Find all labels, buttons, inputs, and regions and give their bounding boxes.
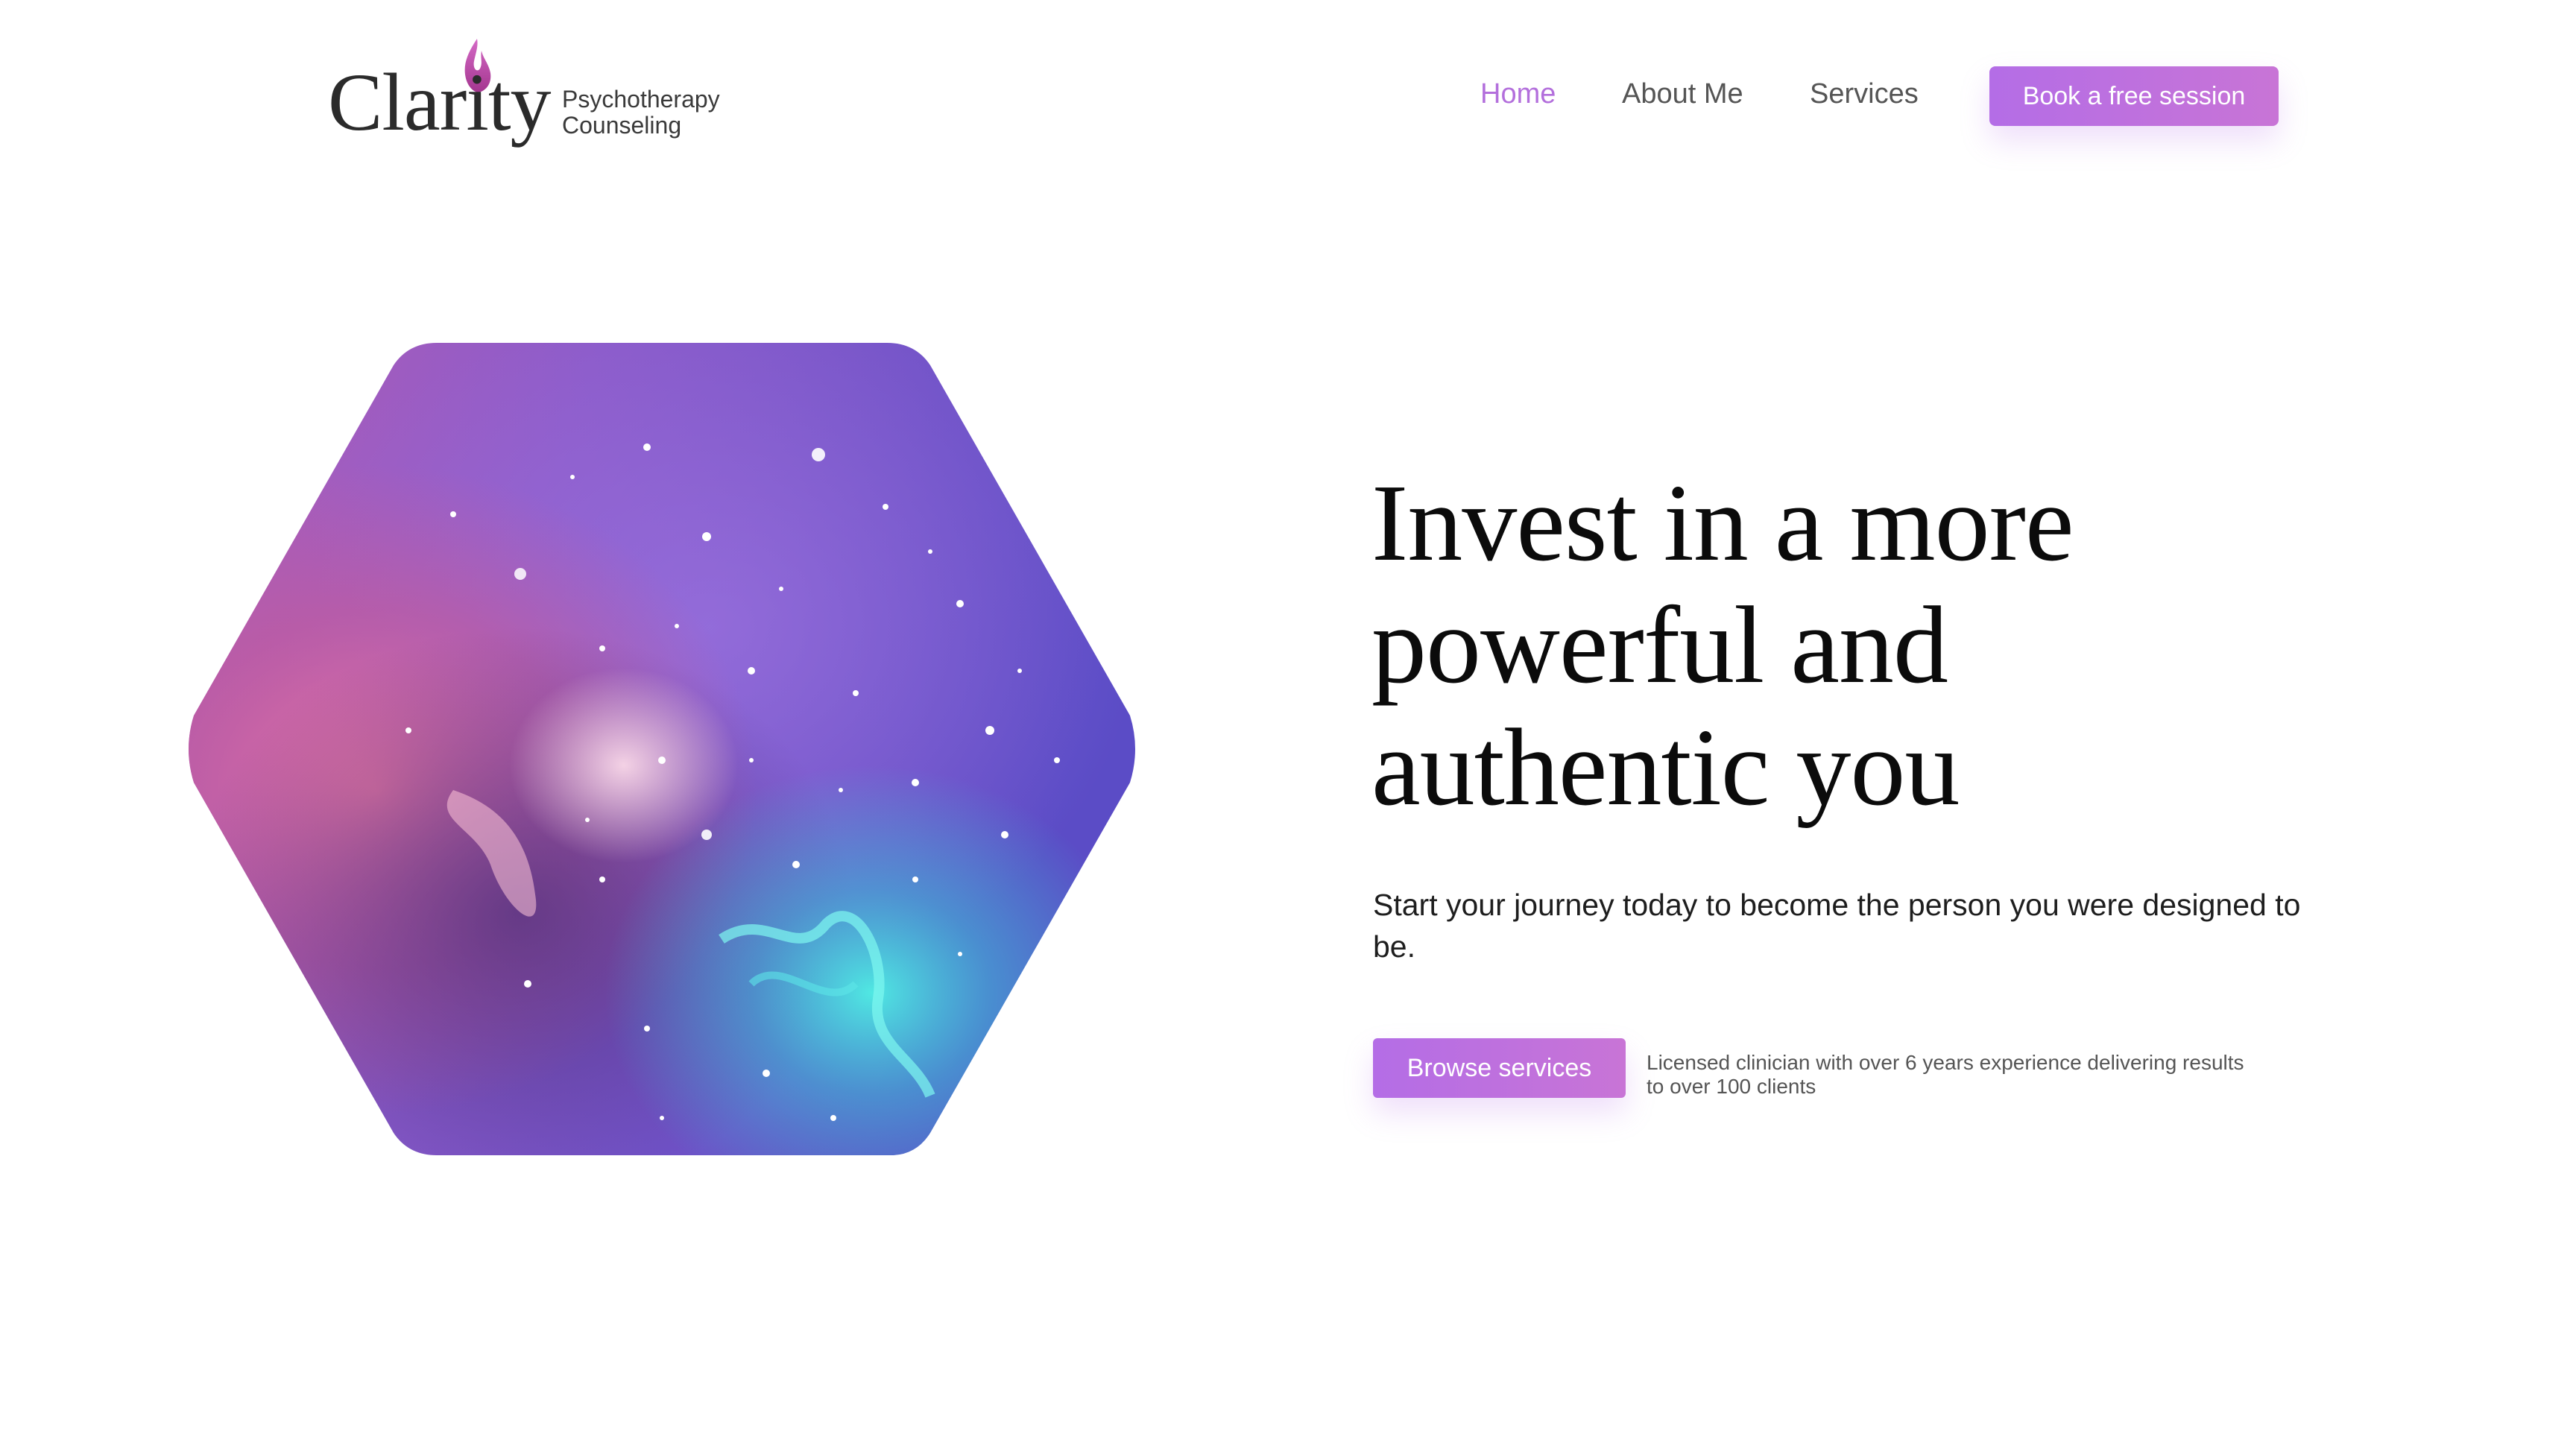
brand-name: Clarity: [328, 57, 552, 148]
book-free-session-button[interactable]: Book a free session: [1989, 66, 2279, 126]
credential-note-line2: to over 100 clients: [1647, 1075, 1816, 1098]
brand-tagline: Psychotherapy Counseling: [562, 86, 720, 139]
hero-subheading: Start your journey today to become the p…: [1373, 888, 2301, 964]
nav-link-services[interactable]: Services: [1810, 72, 1919, 116]
hero-headline-line2: powerful and: [1371, 584, 1948, 707]
hero-headline: Invest in a more powerful and authentic …: [1371, 462, 2340, 829]
nav-link-about-me[interactable]: About Me: [1622, 72, 1743, 116]
credential-note-line1: Licensed clinician with over 6 years exp…: [1647, 1051, 2244, 1074]
brand-tagline-line1: Psychotherapy: [562, 86, 720, 113]
galaxy-hexagon-image: [189, 343, 1135, 1155]
nav-link-home[interactable]: Home: [1480, 72, 1556, 116]
brand-logo[interactable]: Clarity Psychotherapy Counseling: [328, 37, 745, 157]
hero-headline-line3: authentic you: [1371, 707, 1960, 829]
credential-note: Licensed clinician with over 6 years exp…: [1647, 1051, 2317, 1099]
brand-tagline-line2: Counseling: [562, 112, 682, 139]
browse-services-button[interactable]: Browse services: [1373, 1038, 1626, 1098]
hero-headline-line1: Invest in a more: [1371, 462, 2074, 584]
